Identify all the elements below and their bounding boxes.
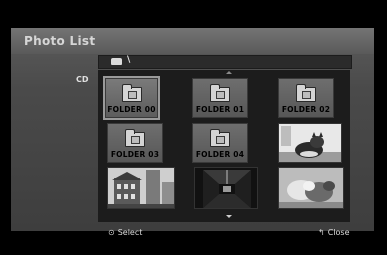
select-label: Select [117,228,143,237]
folder-icon [125,129,145,147]
scroll-down-arrow-icon[interactable] [226,215,232,218]
folder-tile-02[interactable]: FOLDER 02 [278,78,334,118]
path-bar: \ [98,55,352,69]
path-text: \ [127,55,131,65]
scroll-up-arrow-icon[interactable] [226,71,232,74]
folder-label: FOLDER 02 [281,105,331,114]
folder-icon [111,58,122,65]
source-label-cd[interactable]: CD [76,75,89,84]
folder-label: FOLDER 03 [110,150,160,159]
folder-tile-00[interactable]: FOLDER 00 [103,76,160,120]
enter-icon: ⊙ [108,228,115,237]
building-photo [108,168,174,208]
cat-photo [279,124,341,162]
folder-icon [210,84,230,102]
photo-thumbnail-cats[interactable] [278,167,344,209]
folder-label: FOLDER 04 [195,150,245,159]
folder-icon [296,84,316,102]
folder-icon [121,84,142,102]
return-icon: ↰ [318,228,325,237]
photo-list-screen: Photo List CD \ FOLDER 00 FOLDER 01 FOLD… [0,0,387,255]
folder-tile-04[interactable]: FOLDER 04 [192,123,248,163]
page-title: Photo List [24,34,96,48]
corridor-photo [195,168,257,208]
close-label: Close [327,228,350,237]
cats-photo [279,168,343,208]
folder-label: FOLDER 00 [107,105,156,114]
photo-thumbnail-corridor[interactable] [194,167,258,209]
select-hint[interactable]: ⊙ Select [108,228,142,237]
folder-tile-01[interactable]: FOLDER 01 [192,78,248,118]
folder-label: FOLDER 01 [195,105,245,114]
close-hint[interactable]: ↰ Close [318,228,350,237]
photo-thumbnail-building[interactable] [107,167,175,209]
photo-thumbnail-cat[interactable] [278,123,342,163]
folder-tile-03[interactable]: FOLDER 03 [107,123,163,163]
folder-icon [210,129,230,147]
